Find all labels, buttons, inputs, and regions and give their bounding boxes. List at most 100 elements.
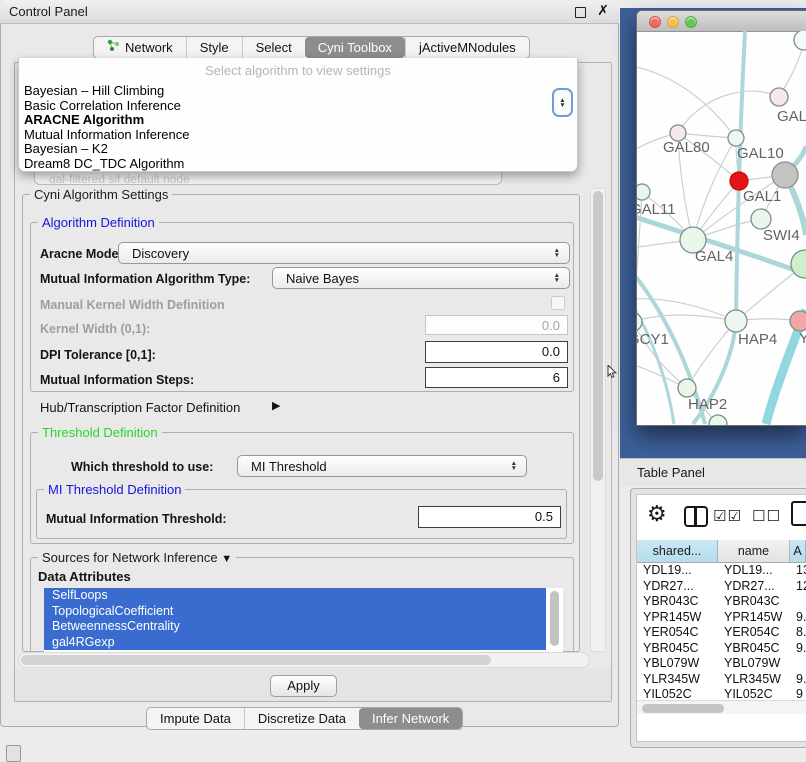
minimized-panel-icon[interactable] (6, 745, 21, 762)
bottom-tab-infer-network[interactable]: Infer Network (359, 708, 462, 729)
gear-icon[interactable]: ⚙ (647, 503, 667, 525)
table-cell: YDR27... (718, 579, 790, 595)
focused-spinner-button[interactable]: ▲▼ (552, 88, 573, 117)
column-header-1[interactable]: shared... (637, 540, 718, 562)
mi-steps-input[interactable]: 6 (425, 367, 568, 388)
which-threshold-combobox[interactable]: MI Threshold ▲▼ (237, 455, 527, 477)
network-canvas[interactable]: GALGAL80GAL10GAL1GAL11GAL4SWI4GCY1HAP4YH… (637, 31, 806, 425)
network-edge[interactable] (637, 315, 736, 322)
table-row[interactable]: YBR045CYBR045C9. (637, 641, 806, 657)
network-node-label: SWI4 (763, 227, 800, 244)
bottom-tab-discretize-data[interactable]: Discretize Data (244, 708, 359, 729)
algorithm-option[interactable]: Mutual Information Inference (19, 128, 577, 143)
settings-vertical-scrollbar[interactable] (590, 188, 606, 652)
network-icon (107, 37, 120, 58)
bottom-tab-label: Discretize Data (258, 708, 346, 729)
tab-label: jActiveMNodules (419, 37, 516, 58)
kernel-width-input[interactable]: 0.0 (425, 315, 568, 335)
table-row[interactable]: YBL079WYBL079W (637, 656, 806, 672)
aracne-mode-combobox[interactable]: Discovery ▲▼ (118, 242, 570, 264)
cyni-bottom-tab-bar: Impute Data Discretize Data Infer Network (146, 707, 463, 730)
network-node[interactable] (637, 184, 650, 200)
tab-select[interactable]: Select (242, 37, 305, 58)
network-node[interactable] (770, 88, 788, 106)
attribute-list-item[interactable]: gal4RGexp (44, 635, 546, 651)
settings-horizontal-scrollbar[interactable] (18, 652, 590, 668)
table-row[interactable]: YER054CYER054C8. (637, 625, 806, 641)
tab-label: Network (125, 37, 173, 58)
select-all-checkboxes-icon[interactable]: ☑☑ (713, 507, 742, 525)
table-row[interactable]: YBR043CYBR043C (637, 594, 806, 610)
network-node[interactable] (725, 310, 747, 332)
close-traffic-light-icon[interactable] (649, 16, 661, 28)
mi-algorithm-type-combobox[interactable]: Naive Bayes ▲▼ (272, 267, 570, 289)
network-edge[interactable] (678, 133, 736, 138)
column-browse-icon[interactable] (684, 506, 708, 527)
network-node[interactable] (794, 31, 806, 50)
table-cell: 9. (790, 641, 806, 657)
apply-button[interactable]: Apply (270, 675, 337, 697)
tab-style[interactable]: Style (186, 37, 242, 58)
table-cell: YBL079W (637, 656, 718, 672)
expand-right-icon[interactable]: ▶ (272, 399, 280, 412)
attributes-scrollbar[interactable] (550, 591, 559, 646)
table-cell: 13 (790, 563, 806, 579)
bottom-tab-label: Impute Data (160, 708, 231, 729)
algorithm-option[interactable]: Bayesian – Hill Climbing (19, 84, 577, 99)
sources-group-title[interactable]: Sources for Network Inference ▼ (38, 550, 236, 565)
data-attributes-label: Data Attributes (38, 569, 131, 584)
table-cell: YBR045C (718, 641, 790, 657)
column-header-3[interactable]: A (790, 540, 806, 562)
close-icon[interactable]: ✗ (597, 2, 609, 19)
algorithm-option[interactable]: Basic Correlation Inference (19, 99, 577, 114)
bottom-tab-label: Infer Network (372, 708, 449, 729)
table-row[interactable]: YLR345WYLR345W9. (637, 672, 806, 688)
deselect-all-checkboxes-icon[interactable]: ☐☐ (752, 507, 781, 525)
network-node[interactable] (790, 311, 806, 331)
algorithm-option[interactable]: Bayesian – K2 (19, 142, 577, 157)
network-node[interactable] (728, 130, 744, 146)
table-row[interactable]: YDL19...YDL19...13 (637, 563, 806, 579)
network-node-label: GAL4 (695, 248, 733, 265)
table-cell: YDR27... (637, 579, 718, 595)
minimize-traffic-light-icon[interactable] (667, 16, 679, 28)
network-edge[interactable] (678, 91, 779, 133)
network-edge[interactable] (637, 65, 736, 138)
zoom-traffic-light-icon[interactable] (685, 16, 697, 28)
network-window-titlebar[interactable] (637, 11, 806, 32)
tab-network[interactable]: Network (94, 37, 186, 58)
combo-stepper-icon: ▲▼ (554, 248, 560, 258)
network-node[interactable] (772, 162, 798, 188)
algorithm-option[interactable]: Dream8 DC_TDC Algorithm (19, 157, 577, 172)
table-cell: YBR045C (637, 641, 718, 657)
attribute-list-item[interactable]: TopologicalCoefficient (44, 604, 546, 620)
table-row[interactable]: YDR27...YDR27...12 (637, 579, 806, 595)
hub-definition-expander[interactable]: Hub/Transcription Factor Definition (40, 400, 240, 415)
attribute-list-item[interactable]: SelfLoops (44, 588, 546, 604)
collapse-down-icon: ▼ (221, 553, 232, 565)
tab-label: Cyni Toolbox (318, 37, 392, 58)
table-header-row: shared...nameA (637, 540, 806, 563)
table-cell (790, 656, 806, 672)
tab-cyni-toolbox[interactable]: Cyni Toolbox (305, 37, 405, 58)
network-node[interactable] (751, 209, 771, 229)
algorithm-option[interactable]: ARACNE Algorithm (19, 113, 577, 128)
algorithm-definition-title: Algorithm Definition (38, 215, 159, 230)
network-node[interactable] (709, 415, 727, 425)
export-table-icon[interactable] (791, 501, 806, 526)
dpi-tolerance-input[interactable]: 0.0 (425, 341, 568, 363)
mi-threshold-input[interactable]: 0.5 (418, 506, 561, 528)
bottom-tab-impute-data[interactable]: Impute Data (147, 708, 244, 729)
table-cell: YPR145W (718, 610, 790, 626)
manual-kernel-width-label: Manual Kernel Width Definition (40, 298, 225, 312)
network-node[interactable] (678, 379, 696, 397)
table-row[interactable]: YPR145WYPR145W9. (637, 610, 806, 626)
attribute-list-item[interactable]: BetweennessCentrality (44, 619, 546, 635)
network-node[interactable] (637, 313, 642, 331)
float-window-icon[interactable] (575, 7, 586, 18)
column-header-2[interactable]: name (718, 540, 790, 562)
control-panel-titlebar[interactable]: Control Panel ✗ (0, 0, 619, 24)
manual-kernel-width-checkbox[interactable] (551, 296, 565, 310)
tab-jactivemnodules[interactable]: jActiveMNodules (405, 37, 529, 58)
table-horizontal-scrollbar[interactable] (637, 700, 806, 714)
